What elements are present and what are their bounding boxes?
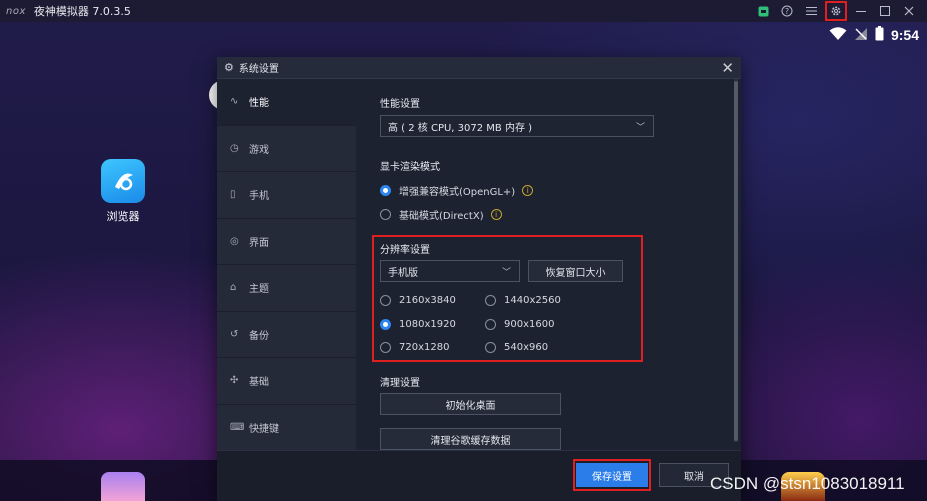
- gear-icon[interactable]: [825, 1, 847, 21]
- close-icon[interactable]: ✕: [721, 59, 734, 77]
- resolution-section-title: 分辨率设置: [380, 245, 430, 256]
- system-settings-dialog: ⚙ 系统设置 ✕ ∿ 性能 ◷ 游戏 ▯ 手机 ◎ 界面 ⌂ 主题 ↺ 备份 ✣: [217, 57, 741, 501]
- radio-label: 720x1280: [399, 342, 450, 353]
- dialog-title: 系统设置: [238, 64, 279, 75]
- radio-button[interactable]: [380, 209, 391, 220]
- performance-select[interactable]: 高 ( 2 核 CPU, 3072 MB 内存 ) ﹀: [380, 115, 654, 137]
- resolution-option[interactable]: 1080x1920: [380, 319, 456, 330]
- sidebar-item-game[interactable]: ◷ 游戏: [217, 126, 356, 172]
- sidebar-item-interface[interactable]: ◎ 界面: [217, 219, 356, 265]
- pulse-icon: ∿: [230, 96, 239, 108]
- info-icon[interactable]: i: [522, 185, 534, 196]
- sidebar-item-label: 主题: [249, 284, 269, 296]
- maximize-icon[interactable]: [873, 0, 897, 22]
- sidebar-item-basic[interactable]: ✣ 基础: [217, 358, 356, 405]
- render-option-directx[interactable]: 基础模式(DirectX) i: [380, 207, 502, 222]
- cleanup-section-title: 清理设置: [380, 378, 420, 389]
- dialog-header: ⚙ 系统设置 ✕: [217, 57, 741, 79]
- battery-icon: [875, 25, 884, 45]
- resolution-option[interactable]: 2160x3840: [380, 295, 456, 306]
- radio-button[interactable]: [485, 342, 496, 353]
- history-icon: ↺: [230, 328, 239, 340]
- settings-sidebar: ∿ 性能 ◷ 游戏 ▯ 手机 ◎ 界面 ⌂ 主题 ↺ 备份 ✣ 基础 ⌨ 快捷键: [217, 79, 356, 451]
- android-statusbar: 9:54: [829, 24, 919, 46]
- chevron-down-icon: ﹀: [501, 268, 511, 278]
- render-option-opengl[interactable]: 增强兼容模式(OpenGL+) i: [380, 183, 534, 198]
- settings-content: 性能设置 高 ( 2 核 CPU, 3072 MB 内存 ) ﹀ 显卡渲染模式 …: [356, 79, 741, 450]
- wifi-icon: [829, 26, 847, 45]
- android-icon[interactable]: [751, 0, 775, 22]
- game-app-icon[interactable]: [101, 472, 145, 501]
- minimize-icon[interactable]: [849, 0, 873, 22]
- chevron-down-icon: ﹀: [635, 123, 645, 133]
- puzzle-icon: ✣: [230, 375, 239, 387]
- performance-select-value: 高 ( 2 核 CPU, 3072 MB 内存 ): [388, 122, 533, 134]
- shirt-icon: ⌂: [230, 282, 237, 294]
- resolution-mode-select[interactable]: 手机版 ﹀: [380, 260, 520, 282]
- resolution-option[interactable]: 720x1280: [380, 342, 449, 353]
- sidebar-item-label: 基础: [249, 377, 269, 389]
- sidebar-item-phone[interactable]: ▯ 手机: [217, 172, 356, 219]
- gear-icon: ⚙: [224, 61, 234, 74]
- radio-button[interactable]: [380, 319, 391, 330]
- clear-google-cache-button[interactable]: 清理谷歌缓存数据: [380, 428, 561, 450]
- info-icon[interactable]: i: [490, 209, 502, 220]
- resolution-option[interactable]: 900x1600: [485, 319, 554, 330]
- radio-label: 540x960: [504, 342, 549, 353]
- sidebar-item-label: 备份: [249, 330, 269, 342]
- emulator-titlebar: nox 夜神模拟器 7.0.3.5 ?: [0, 0, 927, 22]
- radio-label: 2160x3840: [399, 295, 456, 306]
- performance-section-title: 性能设置: [380, 99, 420, 110]
- sidebar-item-label: 性能: [249, 98, 269, 110]
- browser-app-icon[interactable]: [101, 159, 145, 203]
- radio-button[interactable]: [380, 295, 391, 306]
- gamepad-icon: ◷: [230, 142, 239, 154]
- svg-text:?: ?: [785, 7, 789, 16]
- phone-icon: ▯: [230, 189, 236, 201]
- no-signal-icon: [854, 26, 868, 45]
- keyboard-icon: ⌨: [230, 421, 245, 433]
- restore-window-size-button[interactable]: 恢复窗口大小: [528, 260, 623, 282]
- radio-label: 基础模式(DirectX): [399, 211, 484, 222]
- browser-app-label: 浏览器: [106, 210, 140, 223]
- resolution-option[interactable]: 540x960: [485, 342, 548, 353]
- eye-icon: ◎: [230, 235, 239, 247]
- resolution-mode-value: 手机版: [388, 267, 418, 279]
- render-section-title: 显卡渲染模式: [380, 162, 440, 173]
- radio-label: 增强兼容模式(OpenGL+): [399, 187, 516, 198]
- radio-button[interactable]: [485, 295, 496, 306]
- radio-label: 900x1600: [504, 319, 555, 330]
- sidebar-item-performance[interactable]: ∿ 性能: [217, 79, 356, 126]
- radio-label: 1080x1920: [399, 319, 456, 330]
- init-desktop-button[interactable]: 初始化桌面: [380, 393, 561, 415]
- sidebar-item-label: 手机: [249, 191, 269, 203]
- clock-time: 9:54: [890, 27, 919, 43]
- sidebar-item-label: 界面: [249, 237, 269, 249]
- csdn-watermark: CSDN @stsn1083018911: [710, 474, 905, 493]
- sidebar-item-backup[interactable]: ↺ 备份: [217, 312, 356, 358]
- radio-button[interactable]: [380, 185, 391, 196]
- sidebar-item-shortcuts[interactable]: ⌨ 快捷键: [217, 405, 356, 451]
- help-icon[interactable]: ?: [775, 0, 799, 22]
- close-icon[interactable]: [897, 0, 921, 22]
- radio-button[interactable]: [380, 342, 391, 353]
- sidebar-item-label: 游戏: [249, 144, 269, 156]
- content-scrollbar-thumb[interactable]: [734, 81, 738, 441]
- radio-button[interactable]: [485, 319, 496, 330]
- sidebar-item-label: 快捷键: [249, 423, 279, 435]
- sidebar-item-theme[interactable]: ⌂ 主题: [217, 265, 356, 312]
- menu-icon[interactable]: [799, 0, 823, 22]
- radio-label: 1440x2560: [504, 295, 561, 306]
- app-title: 夜神模拟器 7.0.3.5: [33, 5, 131, 18]
- resolution-option[interactable]: 1440x2560: [485, 295, 561, 306]
- nox-logo: nox: [6, 5, 26, 17]
- save-settings-button[interactable]: 保存设置: [576, 463, 648, 487]
